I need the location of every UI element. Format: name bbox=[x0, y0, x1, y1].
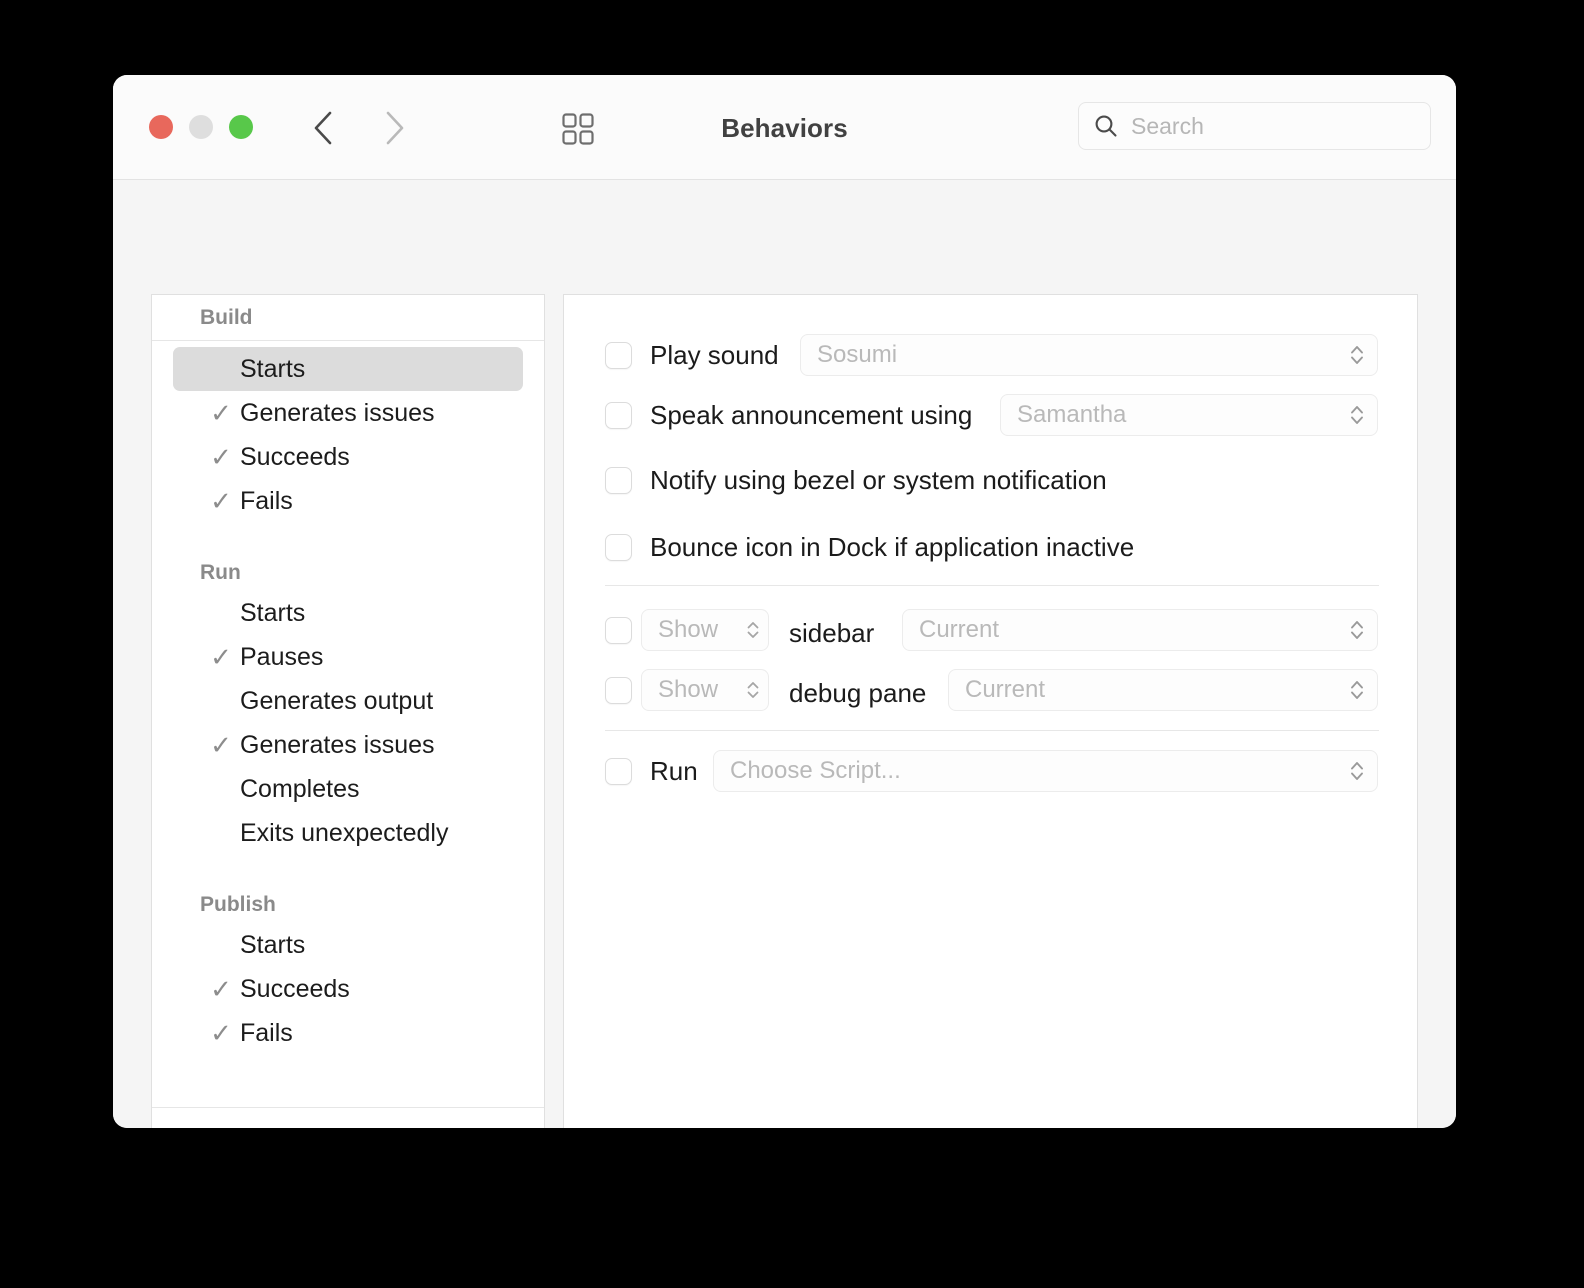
chevron-updown-icon bbox=[1349, 617, 1365, 643]
sidebar-item-label: Fails bbox=[240, 1018, 293, 1047]
window-body: Build Starts ✓ Generates issues ✓ Succeeds ✓ F… bbox=[113, 181, 1456, 1128]
add-behavior-button[interactable]: + bbox=[168, 1118, 206, 1129]
run-script-popup[interactable]: Choose Script... bbox=[713, 750, 1378, 792]
sidebar-item-label: Generates output bbox=[240, 686, 434, 715]
sidebar-group-header-publish: Publish bbox=[200, 893, 276, 916]
sidebar-item-build-succeeds[interactable]: ✓ Succeeds bbox=[173, 435, 523, 479]
show-sidebar-label: sidebar bbox=[789, 618, 875, 648]
speak-voice-popup[interactable]: Samantha bbox=[1000, 394, 1378, 436]
show-debug-pane-row bbox=[605, 670, 632, 710]
sidebar-item-run-generates-issues[interactable]: ✓ Generates issues bbox=[173, 723, 523, 767]
minus-icon: – bbox=[226, 1120, 245, 1129]
sidebar-item-publish-succeeds[interactable]: ✓ Succeeds bbox=[173, 967, 523, 1011]
checkmark-icon: ✓ bbox=[210, 1018, 232, 1048]
sidebar-target-popup[interactable]: Current bbox=[902, 609, 1378, 651]
sidebar-item-label: Starts bbox=[240, 598, 306, 627]
checkmark-icon: ✓ bbox=[210, 974, 232, 1004]
play-sound-label: Play sound bbox=[650, 339, 779, 370]
sidebar-item-build-fails[interactable]: ✓ Fails bbox=[173, 479, 523, 523]
chevron-updown-icon bbox=[1349, 758, 1365, 784]
play-sound-row: Play sound bbox=[605, 335, 779, 375]
run-script-label: Run bbox=[650, 755, 698, 786]
show-debug-pane-checkbox[interactable] bbox=[605, 676, 632, 704]
run-script-checkbox[interactable] bbox=[605, 757, 632, 785]
sidebar-footer: + – bbox=[152, 1107, 544, 1128]
sidebar-item-label: Generates issues bbox=[240, 730, 435, 759]
behaviors-window: Behaviors Build Starts✓Generates issues✓… bbox=[113, 75, 1456, 1128]
search-icon bbox=[1093, 113, 1119, 139]
chevron-updown-icon bbox=[1349, 677, 1365, 703]
run-script-value: Choose Script... bbox=[730, 757, 901, 784]
divider-top bbox=[605, 585, 1379, 586]
debug-pane-target-value: Current bbox=[965, 676, 1046, 703]
sidebar-item-run-completes[interactable]: Completes bbox=[173, 767, 523, 811]
speak-announcement-row: Speak announcement using bbox=[605, 395, 972, 435]
show-debug-pane-label: debug pane bbox=[789, 678, 927, 708]
sidebar-item-publish-fails[interactable]: ✓ Fails bbox=[173, 1011, 523, 1055]
speak-announcement-label: Speak announcement using bbox=[650, 399, 973, 430]
sidebar-action-value: Show bbox=[658, 616, 719, 643]
window-titlebar: Behaviors bbox=[113, 75, 1456, 180]
sidebar-item-run-starts[interactable]: Starts bbox=[173, 591, 523, 635]
divider-bottom bbox=[605, 730, 1379, 731]
sidebar-item-label: Completes bbox=[240, 774, 360, 803]
sidebar-item-build-generates-issues[interactable]: ✓ Generates issues bbox=[173, 391, 523, 435]
sidebar-item-label: Generates issues bbox=[240, 398, 435, 427]
sidebar-item-label: Succeeds bbox=[240, 974, 350, 1003]
sidebar-item-label: Fails bbox=[240, 486, 293, 515]
debug-pane-action-popup[interactable]: Show bbox=[641, 669, 769, 711]
debug-pane-action-value: Show bbox=[658, 676, 719, 703]
search-input[interactable] bbox=[1131, 110, 1401, 142]
remove-behavior-button[interactable]: – bbox=[216, 1118, 254, 1129]
checkmark-icon: ✓ bbox=[210, 730, 232, 760]
sidebar-item-run-exits-unexpectedly[interactable]: Exits unexpectedly bbox=[173, 811, 523, 855]
search-field[interactable] bbox=[1078, 102, 1431, 150]
checkmark-icon: ✓ bbox=[210, 486, 232, 516]
plus-icon: + bbox=[177, 1120, 197, 1129]
sidebar-item-label: Starts bbox=[240, 930, 306, 959]
bounce-dock-label: Bounce icon in Dock if application inact… bbox=[650, 531, 1135, 562]
speak-voice-value: Samantha bbox=[1017, 401, 1127, 428]
behavior-detail-panel: Play sound Sosumi Speak announcement usi… bbox=[563, 294, 1418, 1128]
sidebar-item-build-starts[interactable]: Starts bbox=[173, 347, 523, 391]
checkmark-icon: ✓ bbox=[210, 398, 232, 428]
play-sound-value: Sosumi bbox=[817, 341, 898, 368]
sidebar-item-label: Exits unexpectedly bbox=[240, 818, 449, 847]
sidebar-item-run-generates-output[interactable]: Generates output bbox=[173, 679, 523, 723]
show-sidebar-checkbox[interactable] bbox=[605, 616, 632, 644]
play-sound-popup[interactable]: Sosumi bbox=[800, 334, 1378, 376]
notify-bezel-label: Notify using bezel or system notificatio… bbox=[650, 464, 1107, 495]
play-sound-checkbox[interactable] bbox=[605, 341, 632, 369]
sidebar-item-run-pauses[interactable]: ✓ Pauses bbox=[173, 635, 523, 679]
behaviors-list[interactable]: Starts ✓ Generates issues ✓ Succeeds ✓ Fails Ru… bbox=[152, 341, 544, 1107]
debug-pane-target-popup[interactable]: Current bbox=[948, 669, 1378, 711]
sidebar-group-header-run: Run bbox=[200, 561, 241, 584]
notify-bezel-row: Notify using bezel or system notificatio… bbox=[605, 460, 1107, 500]
sidebar-header-title: Build bbox=[200, 305, 253, 329]
behaviors-sidebar: Build Starts ✓ Generates issues ✓ Succeeds ✓ F… bbox=[151, 294, 545, 1128]
chevron-updown-icon bbox=[746, 678, 760, 702]
speak-announcement-checkbox[interactable] bbox=[605, 401, 632, 429]
notify-bezel-checkbox[interactable] bbox=[605, 466, 632, 494]
chevron-updown-icon bbox=[746, 618, 760, 642]
chevron-updown-icon bbox=[1349, 342, 1365, 368]
checkmark-icon: ✓ bbox=[210, 442, 232, 472]
checkmark-icon: ✓ bbox=[210, 642, 232, 672]
run-script-row: Run bbox=[605, 751, 698, 791]
sidebar-item-label: Starts bbox=[240, 354, 306, 383]
bounce-dock-row: Bounce icon in Dock if application inact… bbox=[605, 527, 1134, 567]
sidebar-item-publish-starts[interactable]: Starts bbox=[173, 923, 523, 967]
chevron-updown-icon bbox=[1349, 402, 1365, 428]
sidebar-item-label: Pauses bbox=[240, 642, 324, 671]
sidebar-target-value: Current bbox=[919, 616, 1000, 643]
sidebar-item-label: Succeeds bbox=[240, 442, 350, 471]
bounce-dock-checkbox[interactable] bbox=[605, 533, 632, 561]
sidebar-header: Build bbox=[152, 295, 544, 341]
show-sidebar-row bbox=[605, 610, 632, 650]
sidebar-action-popup[interactable]: Show bbox=[641, 609, 769, 651]
